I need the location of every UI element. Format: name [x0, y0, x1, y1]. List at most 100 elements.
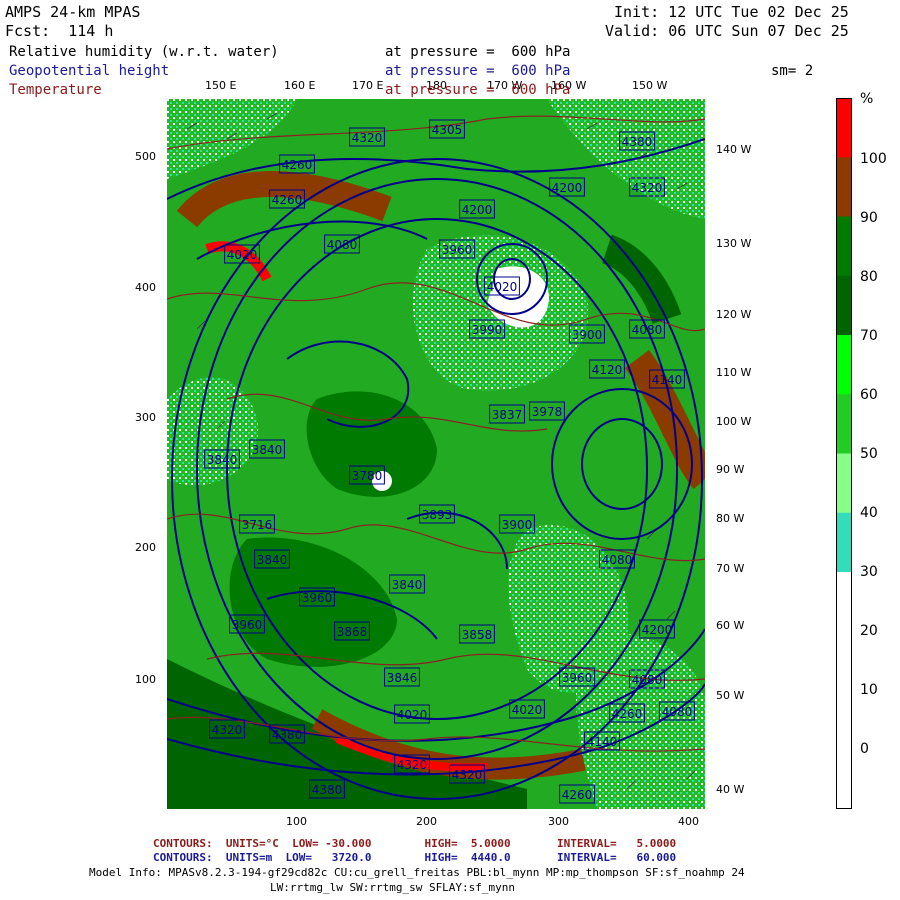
height-label: 3858: [462, 628, 493, 642]
colorbar-band: [836, 690, 852, 751]
y-axis-label: 500: [135, 150, 156, 163]
height-label: 4260: [282, 158, 313, 172]
colorbar-band: [836, 572, 852, 632]
y-axis-label: 100: [135, 673, 156, 686]
height-label: 4080: [602, 553, 633, 567]
lon-label-right: 90 W: [716, 463, 745, 476]
x-axis-label: 300: [548, 815, 569, 828]
height-label: 4120: [592, 363, 623, 377]
gh-field-label: Geopotential height: [9, 63, 170, 79]
colorbar-unit: %: [860, 91, 874, 107]
rh-level-label: at pressure = 600 hPa: [385, 44, 571, 60]
height-label: 3978: [532, 405, 563, 419]
height-label: 3900: [572, 328, 603, 342]
x-axis-label: 400: [678, 815, 699, 828]
height-label: 4080: [662, 705, 693, 719]
gh-level-label: at pressure = 600 hPa: [385, 63, 571, 79]
temp-level-label: at pressure = 600 hPa: [385, 82, 571, 98]
height-label: 4380: [272, 728, 303, 742]
height-label: 4200: [462, 203, 493, 217]
height-label: 3840: [392, 578, 423, 592]
height-label: 3846: [387, 671, 418, 685]
lon-label-top: 150 E: [205, 79, 237, 92]
valid-time: Valid: 06 UTC Sun 07 Dec 25: [605, 22, 849, 40]
height-label: 3840: [207, 453, 238, 467]
rh-field-label: Relative humidity (w.r.t. water): [9, 44, 279, 60]
height-label: 3837: [492, 408, 523, 422]
lon-label-right: 40 W: [716, 783, 745, 796]
colorbar-label: 30: [860, 564, 878, 580]
colorbar-band: [836, 394, 852, 454]
colorbar-band: [836, 157, 852, 217]
height-label: 3840: [252, 443, 283, 457]
lon-label-right: 80 W: [716, 512, 745, 525]
height-label: 4140: [652, 373, 683, 387]
colorbar-band: [836, 275, 852, 336]
colorbar-band: [836, 98, 852, 158]
colorbar-label: 10: [860, 682, 878, 698]
colorbar-band: [836, 335, 852, 395]
smoothing-label: sm= 2: [771, 63, 814, 79]
colorbar-label: 90: [860, 210, 878, 226]
colorbar-label: 20: [860, 623, 878, 639]
colorbar-label: 70: [860, 328, 878, 344]
colorbar-band: [836, 453, 852, 514]
lon-label-right: 50 W: [716, 689, 745, 702]
lon-label-right: 120 W: [716, 308, 752, 321]
colorbar-label: 60: [860, 387, 878, 403]
colorbar-label: 40: [860, 505, 878, 521]
height-label: 4380: [312, 783, 343, 797]
rh-map: 4320 4305 4380 4260 4200 4320 4260 4200 4020 4080…: [167, 99, 705, 809]
height-label: 4260: [562, 788, 593, 802]
lon-label-top: 150 W: [632, 79, 668, 92]
temp-field-label: Temperature: [9, 82, 102, 98]
height-label: 4200: [552, 181, 583, 195]
height-label: 3960: [232, 618, 263, 632]
colorbar-label: 50: [860, 446, 878, 462]
height-label: 4320: [212, 723, 243, 737]
lon-label-top: 170 E: [352, 79, 384, 92]
height-label: 3990: [472, 323, 503, 337]
height-label: 3868: [337, 625, 368, 639]
height-label: 3780: [352, 469, 383, 483]
height-label: 4320: [397, 758, 428, 772]
height-label: 3900: [502, 518, 533, 532]
colorbar-band: [836, 512, 852, 573]
height-label: 4140: [587, 735, 618, 749]
model-title: AMPS 24-km MPAS: [5, 3, 141, 21]
y-axis-label: 400: [135, 281, 156, 294]
height-label: 4080: [327, 238, 358, 252]
lon-label-right: 140 W: [716, 143, 752, 156]
lon-label-right: 110 W: [716, 366, 752, 379]
lon-label-right: 70 W: [716, 562, 745, 575]
colorbar-band: [836, 216, 852, 277]
temperature-contour-info: CONTOURS: UNITS=°C LOW= -30.000 HIGH= 5.…: [153, 837, 677, 850]
height-label: 3960: [302, 591, 333, 605]
lon-label-right: 100 W: [716, 415, 752, 428]
lon-label-top: 160 E: [284, 79, 316, 92]
height-label: 4200: [642, 623, 673, 637]
height-contour-info: CONTOURS: UNITS=m LOW= 3720.0 HIGH= 4440…: [153, 851, 677, 864]
height-label: 4320: [452, 768, 483, 782]
height-label: 3840: [257, 553, 288, 567]
model-info-physics: LW:rrtmg_lw SW:rrtmg_sw SFLAY:sf_mynn: [270, 881, 516, 894]
lon-label-right: 130 W: [716, 237, 752, 250]
y-axis-label: 300: [135, 411, 156, 424]
colorbar-label: 80: [860, 269, 878, 285]
height-label: 4020: [512, 703, 543, 717]
x-axis-label: 200: [416, 815, 437, 828]
height-label: 4320: [632, 181, 663, 195]
height-label: 4260: [612, 707, 643, 721]
height-label: 3960: [562, 671, 593, 685]
height-label: 4380: [622, 135, 653, 149]
colorbar-band: [836, 631, 852, 691]
height-label: 4020: [227, 248, 258, 262]
x-axis-label: 100: [286, 815, 307, 828]
y-axis-label: 200: [135, 541, 156, 554]
init-time: Init: 12 UTC Tue 02 Dec 25: [614, 3, 849, 21]
height-label: 4080: [632, 323, 663, 337]
height-label: 4320: [352, 131, 383, 145]
colorbar: [836, 98, 852, 809]
colorbar-label: 0: [860, 741, 869, 757]
forecast-hour: Fcst: 114 h: [5, 22, 114, 40]
